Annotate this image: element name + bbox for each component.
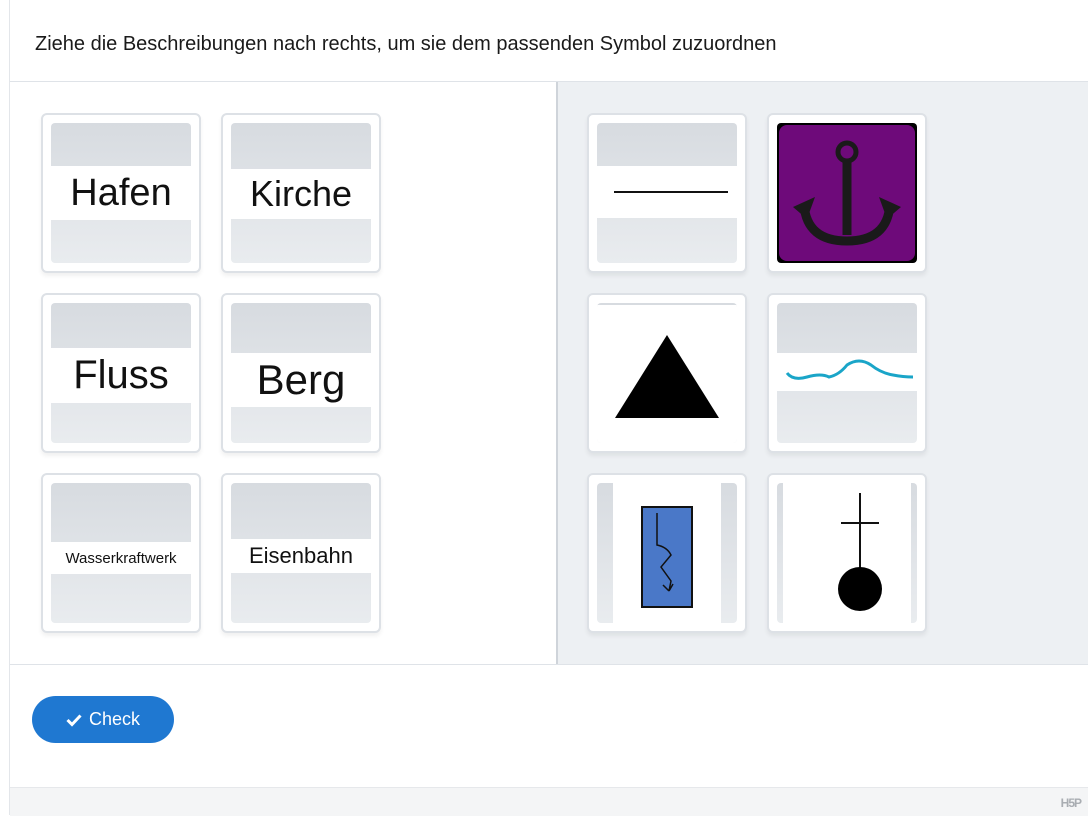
draggable-label: Eisenbahn xyxy=(231,539,371,573)
pane-bottom-border xyxy=(10,664,1088,665)
church-cross-icon xyxy=(838,493,882,611)
draggable-card-hafen[interactable]: Hafen xyxy=(41,113,201,273)
dropzone-church[interactable] xyxy=(767,473,927,633)
check-button-label: Check xyxy=(88,709,141,729)
draggable-label: Hafen xyxy=(51,166,191,220)
draggable-card-wasserkraftwerk[interactable]: Wasserkraftwerk xyxy=(41,473,201,633)
draggable-label: Kirche xyxy=(231,169,371,219)
h5p-content-frame: Ziehe die Beschreibungen nach rechts, um… xyxy=(9,0,1088,816)
dropzone-anchor[interactable] xyxy=(767,113,927,273)
anchor-icon xyxy=(779,125,915,261)
draggable-label: Wasserkraftwerk xyxy=(51,542,191,574)
checkmark-icon xyxy=(66,713,82,727)
task-header: Ziehe die Beschreibungen nach rechts, um… xyxy=(10,0,1088,82)
draggable-card-berg[interactable]: Berg xyxy=(221,293,381,453)
check-button[interactable]: Check xyxy=(32,696,174,743)
task-instruction: Ziehe die Beschreibungen nach rechts, um… xyxy=(35,33,777,55)
mountain-triangle-icon xyxy=(615,335,719,418)
draggable-card-eisenbahn[interactable]: Eisenbahn xyxy=(221,473,381,633)
draggable-label: Fluss xyxy=(51,348,191,403)
draggable-card-kirche[interactable]: Kirche xyxy=(221,113,381,273)
dropzone-mountain[interactable] xyxy=(587,293,747,453)
dropzone-railway[interactable] xyxy=(587,113,747,273)
dropzones-area xyxy=(558,82,1088,664)
dropzone-river[interactable] xyxy=(767,293,927,453)
draggable-card-fluss[interactable]: Fluss xyxy=(41,293,201,453)
river-line-icon xyxy=(785,359,914,380)
draggables-area: Hafen Kirche Fluss Berg Wasserkraftwerk xyxy=(10,82,556,664)
dropzone-hydropower[interactable] xyxy=(587,473,747,633)
footer-bar: H5P xyxy=(10,787,1088,816)
hydropower-icon xyxy=(641,506,693,608)
draggable-label: Berg xyxy=(231,353,371,407)
railway-line-icon xyxy=(614,191,728,193)
h5p-logo[interactable]: H5P xyxy=(1061,796,1082,810)
